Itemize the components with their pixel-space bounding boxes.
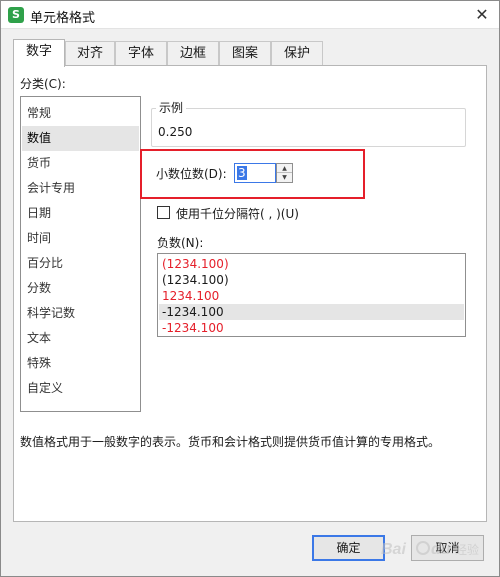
negative-item-parens[interactable]: (1234.100)	[159, 272, 464, 288]
tab-alignment[interactable]: 对齐	[65, 41, 115, 66]
decimal-places-input[interactable]: 3	[234, 163, 276, 183]
category-label: 分类(C):	[20, 77, 66, 91]
category-item-text[interactable]: 文本	[22, 326, 139, 351]
tab-border[interactable]: 边框	[167, 41, 219, 66]
tab-font[interactable]: 字体	[115, 41, 167, 66]
tab-protection[interactable]: 保护	[271, 41, 323, 66]
spin-down-icon[interactable]: ▼	[277, 173, 292, 182]
category-item-scientific[interactable]: 科学记数	[22, 301, 139, 326]
cancel-button[interactable]: 取消	[411, 535, 484, 561]
category-item-time[interactable]: 时间	[22, 226, 139, 251]
tab-pattern[interactable]: 图案	[219, 41, 271, 66]
sample-group	[151, 108, 466, 147]
number-tab-panel: 分类(C): 常规 数值 货币 会计专用 日期 时间 百分比 分数 科学记数 文…	[13, 65, 487, 522]
ok-button[interactable]: 确定	[312, 535, 385, 561]
category-item-general[interactable]: 常规	[22, 101, 139, 126]
category-item-percentage[interactable]: 百分比	[22, 251, 139, 276]
sample-label: 示例	[156, 99, 187, 116]
close-icon[interactable]: ✕	[471, 5, 493, 25]
decimal-places-spinner: ▲ ▼	[276, 163, 293, 183]
negative-item-minus[interactable]: -1234.100	[159, 304, 464, 320]
format-cells-dialog: S 单元格格式 ✕ 数字 对齐 字体 边框 图案 保护 分类(C): 常规 数值…	[0, 0, 500, 577]
negative-numbers-label: 负数(N):	[157, 236, 204, 250]
negative-item-red-parens[interactable]: (1234.100)	[159, 256, 464, 272]
tab-number[interactable]: 数字	[13, 39, 65, 67]
category-item-special[interactable]: 特殊	[22, 351, 139, 376]
category-list[interactable]: 常规 数值 货币 会计专用 日期 时间 百分比 分数 科学记数 文本 特殊 自定…	[20, 96, 141, 412]
thousands-separator-checkbox[interactable]	[157, 206, 170, 219]
decimal-places-label: 小数位数(D):	[156, 167, 227, 181]
thousands-separator-label: 使用千位分隔符( , )(U)	[176, 207, 299, 221]
category-item-fraction[interactable]: 分数	[22, 276, 139, 301]
category-item-accounting[interactable]: 会计专用	[22, 176, 139, 201]
category-item-number[interactable]: 数值	[22, 126, 139, 151]
spin-up-icon[interactable]: ▲	[277, 164, 292, 173]
title-bar: S 单元格格式 ✕	[1, 1, 499, 29]
sample-value: 0.250	[158, 125, 193, 139]
negative-item-red-minus[interactable]: -1234.100	[159, 320, 464, 336]
negative-numbers-list[interactable]: (1234.100) (1234.100) 1234.100 -1234.100…	[157, 253, 466, 337]
category-item-custom[interactable]: 自定义	[22, 376, 139, 401]
format-description: 数值格式用于一般数字的表示。货币和会计格式则提供货币值计算的专用格式。	[20, 435, 441, 449]
negative-item-red[interactable]: 1234.100	[159, 288, 464, 304]
wps-app-icon: S	[8, 7, 24, 23]
dialog-title: 单元格格式	[30, 11, 96, 26]
category-item-currency[interactable]: 货币	[22, 151, 139, 176]
category-item-date[interactable]: 日期	[22, 201, 139, 226]
